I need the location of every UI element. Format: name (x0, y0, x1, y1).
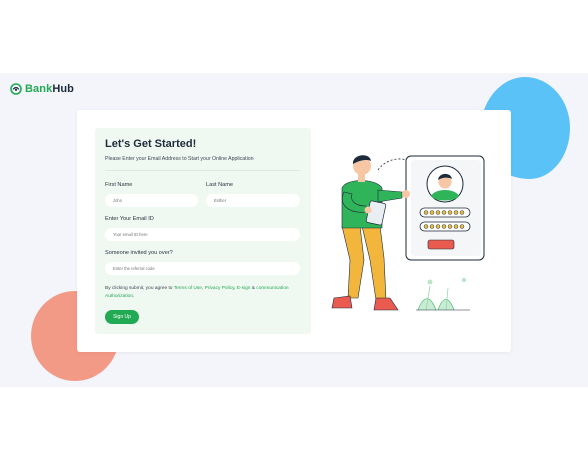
first-name-label: First Name (105, 182, 133, 188)
signup-illustration (331, 155, 485, 311)
email-field[interactable] (105, 228, 300, 241)
referral-label: Someone invited you over? (105, 250, 173, 256)
form-subtitle: Please Enter your Email Address to Start… (105, 156, 254, 162)
bankhub-logo-icon (10, 83, 22, 95)
last-name-label: Last Name (206, 182, 234, 188)
brand[interactable]: BankHub (10, 83, 74, 95)
terms-text: By clicking submit, you agree to Terms o… (105, 286, 289, 299)
sign-up-button[interactable]: Sign Up (105, 310, 139, 324)
form-title: Let's Get Started! (105, 138, 197, 150)
first-name-field[interactable] (105, 194, 198, 207)
brand-name: BankHub (25, 83, 74, 95)
esign-link[interactable]: E-sign (237, 286, 251, 291)
terms-of-use-link[interactable]: Terms of Use (174, 286, 202, 291)
privacy-policy-link[interactable]: Privacy Policy (205, 286, 235, 291)
email-label: Enter Your Email ID (105, 216, 154, 222)
referral-code-field[interactable] (105, 262, 300, 275)
last-name-field[interactable] (206, 194, 300, 207)
form-divider (105, 170, 300, 171)
